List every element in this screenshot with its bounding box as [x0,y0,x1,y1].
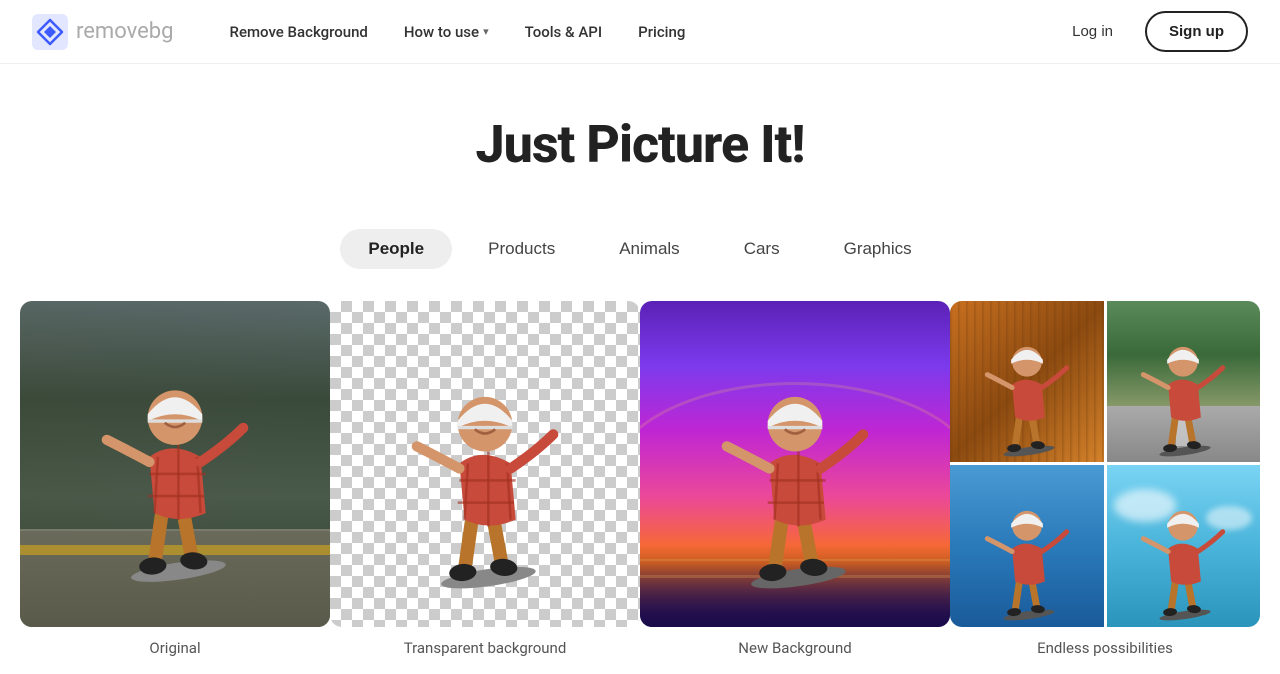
logo[interactable]: removebg [32,14,174,50]
gallery-label-new-bg: New Background [738,639,851,665]
login-button[interactable]: Log in [1052,15,1133,48]
category-tabs: People Products Animals Cars Graphics [0,229,1280,269]
gallery-image-endless [950,301,1260,627]
tab-animals[interactable]: Animals [591,229,707,269]
gallery-label-original: Original [149,639,200,665]
nav-how-to-use[interactable]: How to use ▾ [388,15,505,49]
image-gallery: Original [0,301,1280,665]
nav-tools-api[interactable]: Tools & API [509,15,619,49]
gallery-label-transparent: Transparent background [404,639,567,665]
gallery-image-new-bg [640,301,950,627]
gallery-item-transparent: Transparent background [330,301,640,665]
hero-section: Just Picture It! [0,64,1280,205]
nav-links: Remove Background How to use ▾ Tools & A… [214,15,1053,49]
nav-pricing[interactable]: Pricing [622,15,701,49]
nav-right: Log in Sign up [1052,11,1248,52]
gallery-image-transparent [330,301,640,627]
tab-people[interactable]: People [340,229,452,269]
hero-title: Just Picture It! [20,114,1260,175]
navbar: removebg Remove Background How to use ▾ … [0,0,1280,64]
gallery-label-endless: Endless possibilities [1037,639,1173,665]
gallery-item-original: Original [20,301,330,665]
logo-text: removebg [76,19,174,44]
gallery-item-new-bg: New Background [640,301,950,665]
tab-cars[interactable]: Cars [716,229,808,269]
tab-products[interactable]: Products [460,229,583,269]
signup-button[interactable]: Sign up [1145,11,1248,52]
gallery-item-endless: Endless possibilities [950,301,1260,665]
tab-graphics[interactable]: Graphics [816,229,940,269]
chevron-down-icon: ▾ [483,25,489,38]
nav-remove-background[interactable]: Remove Background [214,15,384,49]
gallery-image-original [20,301,330,627]
